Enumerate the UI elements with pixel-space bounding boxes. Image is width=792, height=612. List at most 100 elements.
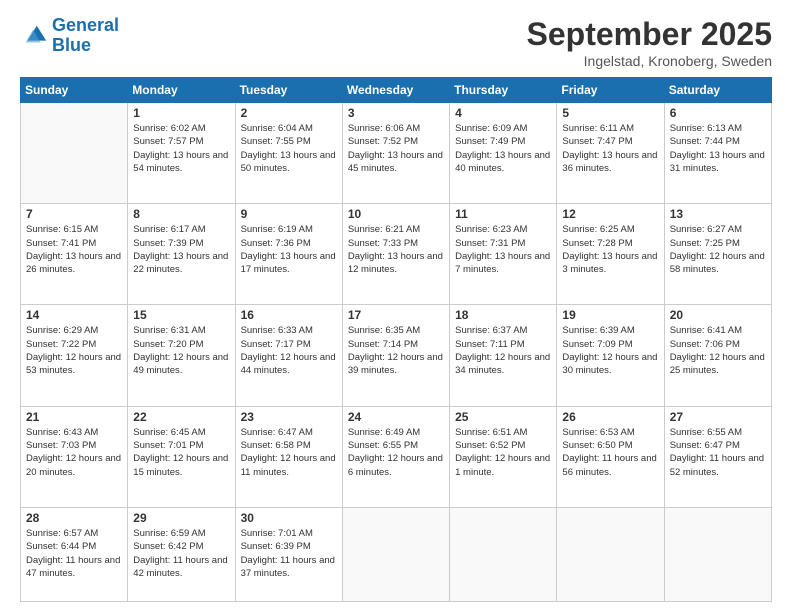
table-row: 6 Sunrise: 6:13 AMSunset: 7:44 PMDayligh… — [664, 103, 771, 204]
cell-date: 14 — [26, 308, 122, 322]
table-row: 27 Sunrise: 6:55 AMSunset: 6:47 PMDaylig… — [664, 406, 771, 507]
cell-date: 28 — [26, 511, 122, 525]
cell-date: 6 — [670, 106, 766, 120]
table-row: 2 Sunrise: 6:04 AMSunset: 7:55 PMDayligh… — [235, 103, 342, 204]
calendar-table: Sunday Monday Tuesday Wednesday Thursday… — [20, 77, 772, 602]
cell-date: 12 — [562, 207, 658, 221]
table-row: 29 Sunrise: 6:59 AMSunset: 6:42 PMDaylig… — [128, 507, 235, 601]
cell-date: 21 — [26, 410, 122, 424]
cell-info: Sunrise: 6:49 AMSunset: 6:55 PMDaylight:… — [348, 426, 444, 479]
table-row: 18 Sunrise: 6:37 AMSunset: 7:11 PMDaylig… — [450, 305, 557, 406]
table-row: 13 Sunrise: 6:27 AMSunset: 7:25 PMDaylig… — [664, 204, 771, 305]
cell-date: 1 — [133, 106, 229, 120]
col-tuesday: Tuesday — [235, 78, 342, 103]
table-row: 10 Sunrise: 6:21 AMSunset: 7:33 PMDaylig… — [342, 204, 449, 305]
table-row: 5 Sunrise: 6:11 AMSunset: 7:47 PMDayligh… — [557, 103, 664, 204]
table-row — [557, 507, 664, 601]
cell-date: 11 — [455, 207, 551, 221]
cell-info: Sunrise: 6:33 AMSunset: 7:17 PMDaylight:… — [241, 324, 337, 377]
cell-date: 2 — [241, 106, 337, 120]
cell-date: 13 — [670, 207, 766, 221]
col-sunday: Sunday — [21, 78, 128, 103]
cell-date: 29 — [133, 511, 229, 525]
cell-date: 25 — [455, 410, 551, 424]
table-row: 30 Sunrise: 7:01 AMSunset: 6:39 PMDaylig… — [235, 507, 342, 601]
table-row: 15 Sunrise: 6:31 AMSunset: 7:20 PMDaylig… — [128, 305, 235, 406]
cell-info: Sunrise: 6:43 AMSunset: 7:03 PMDaylight:… — [26, 426, 122, 479]
cell-info: Sunrise: 7:01 AMSunset: 6:39 PMDaylight:… — [241, 527, 337, 580]
cell-date: 26 — [562, 410, 658, 424]
table-row: 25 Sunrise: 6:51 AMSunset: 6:52 PMDaylig… — [450, 406, 557, 507]
cell-date: 4 — [455, 106, 551, 120]
cell-date: 17 — [348, 308, 444, 322]
logo-line1: General — [52, 15, 119, 35]
cell-date: 20 — [670, 308, 766, 322]
cell-date: 18 — [455, 308, 551, 322]
cell-date: 10 — [348, 207, 444, 221]
cell-info: Sunrise: 6:13 AMSunset: 7:44 PMDaylight:… — [670, 122, 766, 175]
cell-date: 8 — [133, 207, 229, 221]
cell-info: Sunrise: 6:31 AMSunset: 7:20 PMDaylight:… — [133, 324, 229, 377]
table-row: 16 Sunrise: 6:33 AMSunset: 7:17 PMDaylig… — [235, 305, 342, 406]
cell-info: Sunrise: 6:39 AMSunset: 7:09 PMDaylight:… — [562, 324, 658, 377]
col-monday: Monday — [128, 78, 235, 103]
table-row: 26 Sunrise: 6:53 AMSunset: 6:50 PMDaylig… — [557, 406, 664, 507]
cell-info: Sunrise: 6:21 AMSunset: 7:33 PMDaylight:… — [348, 223, 444, 276]
table-row: 4 Sunrise: 6:09 AMSunset: 7:49 PMDayligh… — [450, 103, 557, 204]
cell-info: Sunrise: 6:11 AMSunset: 7:47 PMDaylight:… — [562, 122, 658, 175]
table-row: 28 Sunrise: 6:57 AMSunset: 6:44 PMDaylig… — [21, 507, 128, 601]
table-row — [342, 507, 449, 601]
table-row: 24 Sunrise: 6:49 AMSunset: 6:55 PMDaylig… — [342, 406, 449, 507]
table-row: 19 Sunrise: 6:39 AMSunset: 7:09 PMDaylig… — [557, 305, 664, 406]
cell-info: Sunrise: 6:02 AMSunset: 7:57 PMDaylight:… — [133, 122, 229, 175]
cell-info: Sunrise: 6:51 AMSunset: 6:52 PMDaylight:… — [455, 426, 551, 479]
table-row: 17 Sunrise: 6:35 AMSunset: 7:14 PMDaylig… — [342, 305, 449, 406]
logo-text: General Blue — [52, 16, 119, 56]
cell-date: 16 — [241, 308, 337, 322]
table-row: 3 Sunrise: 6:06 AMSunset: 7:52 PMDayligh… — [342, 103, 449, 204]
table-row: 23 Sunrise: 6:47 AMSunset: 6:58 PMDaylig… — [235, 406, 342, 507]
cell-info: Sunrise: 6:25 AMSunset: 7:28 PMDaylight:… — [562, 223, 658, 276]
cell-date: 9 — [241, 207, 337, 221]
title-block: September 2025 Ingelstad, Kronoberg, Swe… — [527, 16, 772, 69]
cell-date: 7 — [26, 207, 122, 221]
calendar-header-row: Sunday Monday Tuesday Wednesday Thursday… — [21, 78, 772, 103]
table-row: 12 Sunrise: 6:25 AMSunset: 7:28 PMDaylig… — [557, 204, 664, 305]
table-row: 8 Sunrise: 6:17 AMSunset: 7:39 PMDayligh… — [128, 204, 235, 305]
table-row — [664, 507, 771, 601]
table-row: 11 Sunrise: 6:23 AMSunset: 7:31 PMDaylig… — [450, 204, 557, 305]
cell-info: Sunrise: 6:55 AMSunset: 6:47 PMDaylight:… — [670, 426, 766, 479]
cell-info: Sunrise: 6:53 AMSunset: 6:50 PMDaylight:… — [562, 426, 658, 479]
table-row: 9 Sunrise: 6:19 AMSunset: 7:36 PMDayligh… — [235, 204, 342, 305]
logo-icon — [20, 22, 48, 50]
month-title: September 2025 — [527, 16, 772, 53]
cell-info: Sunrise: 6:19 AMSunset: 7:36 PMDaylight:… — [241, 223, 337, 276]
cell-info: Sunrise: 6:45 AMSunset: 7:01 PMDaylight:… — [133, 426, 229, 479]
cell-date: 27 — [670, 410, 766, 424]
cell-date: 22 — [133, 410, 229, 424]
page: General Blue September 2025 Ingelstad, K… — [0, 0, 792, 612]
cell-info: Sunrise: 6:15 AMSunset: 7:41 PMDaylight:… — [26, 223, 122, 276]
table-row: 20 Sunrise: 6:41 AMSunset: 7:06 PMDaylig… — [664, 305, 771, 406]
table-row: 1 Sunrise: 6:02 AMSunset: 7:57 PMDayligh… — [128, 103, 235, 204]
logo-line2: Blue — [52, 35, 91, 55]
table-row: 7 Sunrise: 6:15 AMSunset: 7:41 PMDayligh… — [21, 204, 128, 305]
table-row: 22 Sunrise: 6:45 AMSunset: 7:01 PMDaylig… — [128, 406, 235, 507]
header: General Blue September 2025 Ingelstad, K… — [20, 16, 772, 69]
col-friday: Friday — [557, 78, 664, 103]
cell-info: Sunrise: 6:59 AMSunset: 6:42 PMDaylight:… — [133, 527, 229, 580]
cell-info: Sunrise: 6:04 AMSunset: 7:55 PMDaylight:… — [241, 122, 337, 175]
logo: General Blue — [20, 16, 119, 56]
table-row: 14 Sunrise: 6:29 AMSunset: 7:22 PMDaylig… — [21, 305, 128, 406]
cell-date: 5 — [562, 106, 658, 120]
cell-date: 24 — [348, 410, 444, 424]
cell-date: 23 — [241, 410, 337, 424]
cell-info: Sunrise: 6:41 AMSunset: 7:06 PMDaylight:… — [670, 324, 766, 377]
cell-date: 30 — [241, 511, 337, 525]
cell-info: Sunrise: 6:29 AMSunset: 7:22 PMDaylight:… — [26, 324, 122, 377]
cell-info: Sunrise: 6:23 AMSunset: 7:31 PMDaylight:… — [455, 223, 551, 276]
cell-info: Sunrise: 6:37 AMSunset: 7:11 PMDaylight:… — [455, 324, 551, 377]
cell-date: 3 — [348, 106, 444, 120]
cell-info: Sunrise: 6:35 AMSunset: 7:14 PMDaylight:… — [348, 324, 444, 377]
col-saturday: Saturday — [664, 78, 771, 103]
